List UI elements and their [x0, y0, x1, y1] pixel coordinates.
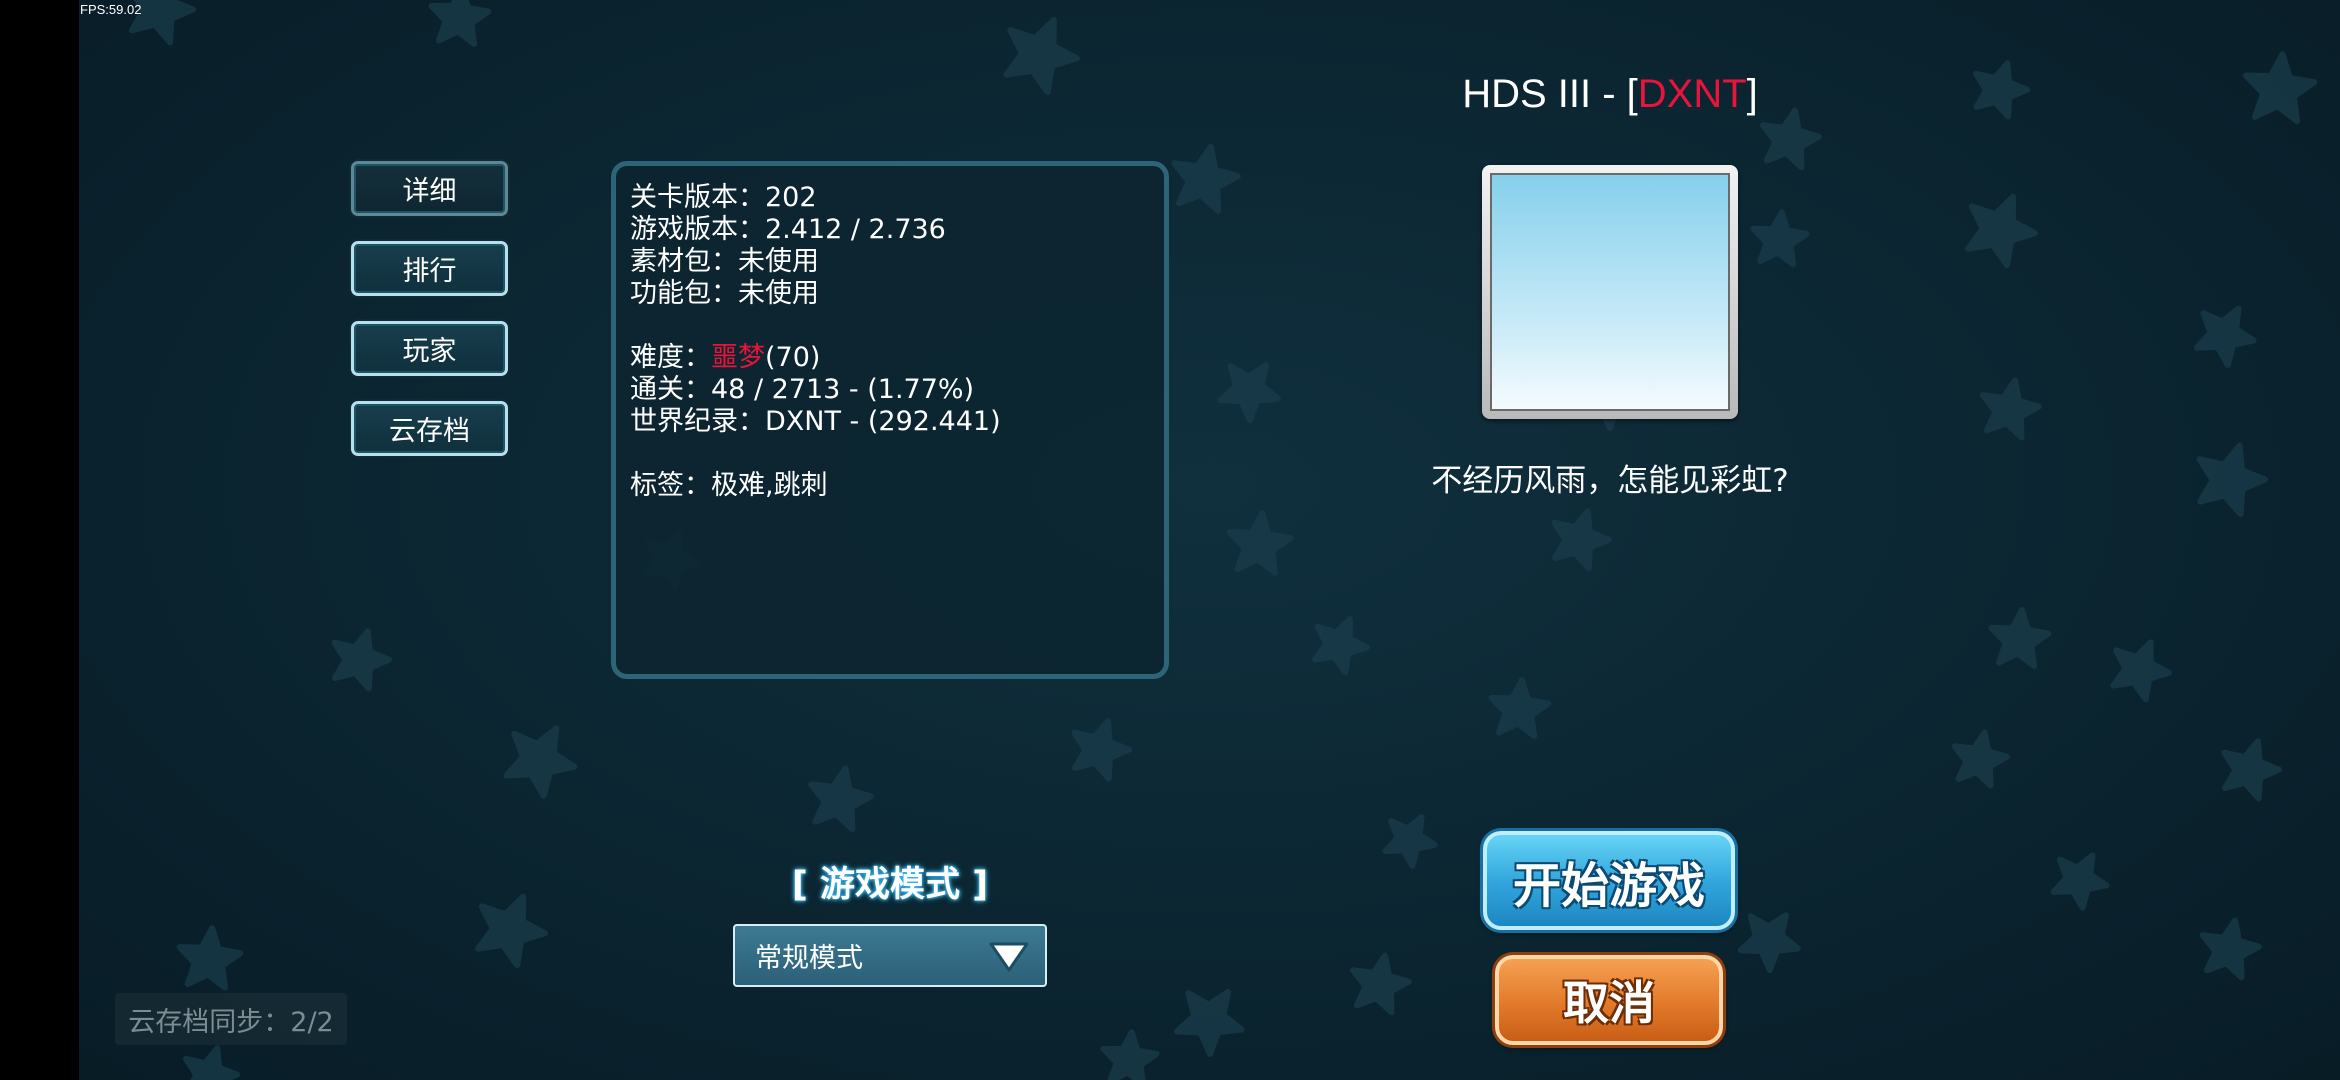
- background-star: [1217, 362, 1281, 423]
- background-star: [1951, 729, 2010, 789]
- game-version-row: 游戏版本：2.412 / 2.736: [630, 214, 946, 245]
- background-star: [2050, 852, 2110, 911]
- background-star: [2199, 917, 2262, 981]
- background-star: [1965, 193, 2038, 269]
- tab-ranking-label: 排行: [402, 256, 457, 287]
- background-star: [1488, 677, 1552, 739]
- background-star: [2221, 738, 2282, 802]
- background-star: [1003, 17, 1080, 95]
- tab-details[interactable]: 详细: [351, 161, 508, 216]
- cancel-label: 取消: [1563, 976, 1655, 1030]
- background-star: [1973, 60, 2030, 120]
- background-star: [1737, 912, 1801, 973]
- game-version-value: 2.412 / 2.736: [765, 214, 946, 245]
- level-author: DXNT: [1637, 72, 1747, 116]
- tab-cloud-save-label: 云存档: [389, 416, 470, 447]
- background-star: [2110, 639, 2172, 703]
- background-star: [1071, 718, 1132, 782]
- start-game-label: 开始游戏: [1512, 857, 1705, 914]
- tab-players-label: 玩家: [402, 336, 457, 367]
- background-star: [808, 765, 874, 833]
- background-star: [331, 628, 392, 692]
- background-star: [2193, 305, 2257, 368]
- start-game-button[interactable]: 开始游戏: [1483, 831, 1735, 930]
- asset-pack-row: 素材包：未使用: [630, 246, 819, 277]
- level-info-panel: 关卡版本：202 游戏版本：2.412 / 2.736 素材包：未使用 功能包：…: [611, 161, 1169, 679]
- level-version-value: 202: [765, 182, 817, 213]
- background-star: [1382, 814, 1438, 869]
- background-star: [1979, 377, 2042, 441]
- tags-value: 极难,跳刺: [711, 470, 828, 501]
- background-star: [1174, 988, 1245, 1057]
- world-record-value: DXNT - (292.441): [765, 406, 1001, 437]
- background-star: [183, 1045, 240, 1080]
- tab-details-label: 详细: [402, 176, 457, 207]
- level-title: HDS III - [DXNT]: [1462, 72, 1758, 116]
- cloud-sync-status: 云存档同步：2/2: [115, 993, 347, 1045]
- level-version-row: 关卡版本：202: [630, 182, 817, 213]
- background-star: [475, 893, 548, 969]
- level-description: 不经历风雨，怎能见彩虹?: [1431, 463, 1789, 499]
- background-star: [1759, 107, 1822, 171]
- difficulty-row: 难度：噩梦(70): [630, 342, 821, 373]
- background-star: [1100, 1029, 1160, 1080]
- background-star: [2243, 51, 2318, 125]
- difficulty-name: 噩梦: [711, 342, 765, 373]
- feature-pack-row: 功能包：未使用: [630, 278, 819, 309]
- background-star: [428, 0, 492, 47]
- game-mode-label: [ 游戏模式 ]: [791, 865, 989, 905]
- background-star: [1312, 616, 1370, 676]
- tab-players[interactable]: 玩家: [351, 321, 508, 376]
- dropdown-arrow-icon: [989, 942, 1029, 972]
- game-mode-selected: 常规模式: [755, 943, 863, 974]
- background-star: [1226, 510, 1294, 576]
- clears-row: 通关：48 / 2713 - (1.77%): [630, 374, 975, 405]
- level-thumbnail-image: [1490, 173, 1730, 411]
- tab-ranking[interactable]: 排行: [351, 241, 508, 296]
- background-star: [503, 725, 578, 799]
- difficulty-value: (70): [765, 342, 821, 373]
- background-star: [1551, 508, 1612, 572]
- game-mode-dropdown[interactable]: 常规模式: [733, 924, 1047, 987]
- fps-counter: FPS:59.02: [80, 2, 142, 17]
- background-star: [176, 925, 244, 991]
- background-star: [2196, 442, 2268, 518]
- clears-value: 48 / 2713 - (1.77%): [711, 374, 975, 405]
- tab-cloud-save[interactable]: 云存档: [351, 401, 508, 456]
- background-star: [1349, 952, 1412, 1016]
- cancel-button[interactable]: 取消: [1495, 955, 1723, 1045]
- level-thumbnail: [1482, 165, 1738, 419]
- background-star: [1988, 607, 2052, 669]
- background-star: [1750, 209, 1810, 268]
- background-star: [1171, 143, 1241, 214]
- tags-row: 标签：极难,跳刺: [630, 470, 828, 501]
- asset-pack-value: 未使用: [738, 246, 819, 277]
- feature-pack-value: 未使用: [738, 278, 819, 309]
- world-record-row: 世界纪录：DXNT - (292.441): [630, 406, 1001, 437]
